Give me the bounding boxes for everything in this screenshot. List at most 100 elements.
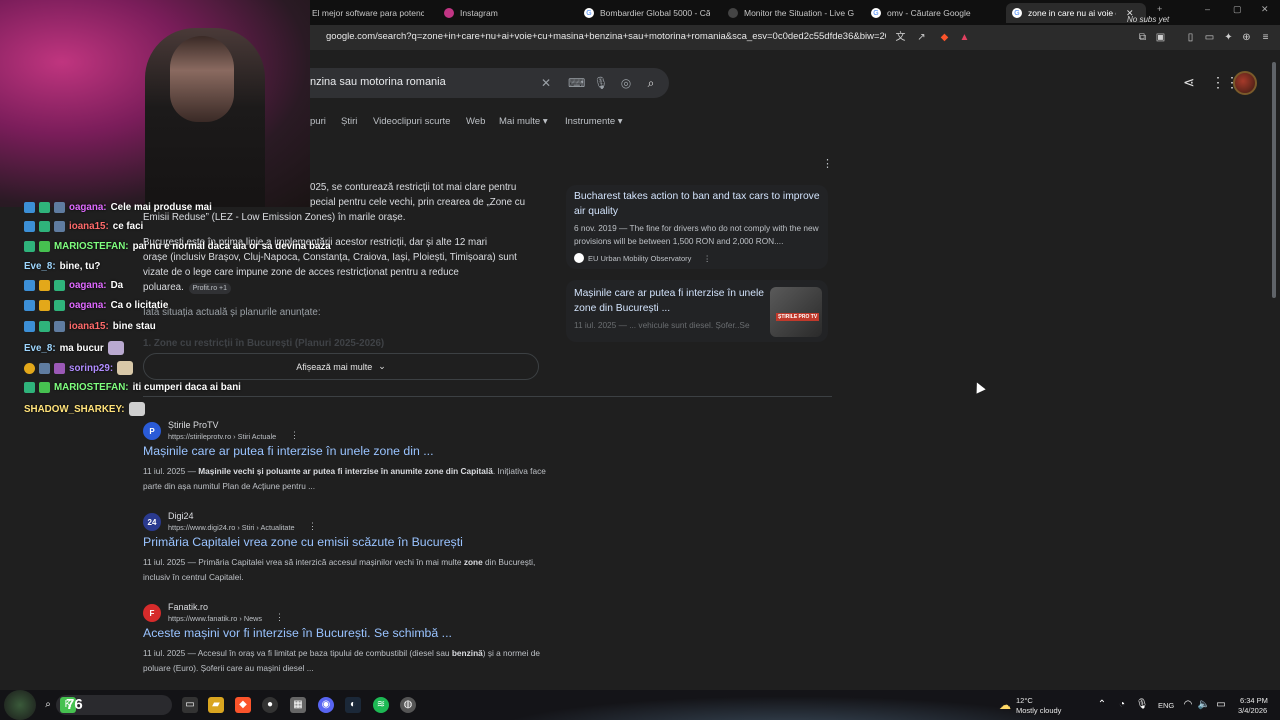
result-path[interactable]: https://www.fanatik.ro › News <box>168 614 262 623</box>
close-window-icon[interactable]: ✕ <box>1261 4 1269 15</box>
file-explorer-icon[interactable]: ▰ <box>208 697 224 713</box>
obs-icon[interactable]: ● <box>262 697 278 713</box>
badge-icon <box>39 202 50 213</box>
chat-user: oagana: <box>69 202 107 213</box>
more-options-icon[interactable]: ⋮ <box>308 521 317 532</box>
tab-software[interactable]: El mejor software para potenciar <box>312 3 424 23</box>
tab-omv[interactable]: G omv - Căutare Google <box>871 3 997 23</box>
microphone-icon[interactable]: 🎙 <box>1134 697 1150 713</box>
volume-icon[interactable]: 🔈 <box>1196 697 1212 713</box>
share-icon[interactable]: ⋖ <box>1183 74 1195 91</box>
side-card-title[interactable]: Mașinile care ar putea fi interzise în u… <box>574 286 769 316</box>
more-options-icon[interactable]: ⋮ <box>290 430 299 441</box>
url-field[interactable]: google.com/search?q=zone+in+care+nu+ai+v… <box>326 31 886 42</box>
badge-icon <box>39 382 50 393</box>
weather-desc[interactable]: Mostly cloudy <box>1016 706 1061 715</box>
more-options-icon[interactable]: ⋮ <box>275 612 284 623</box>
menu-icon[interactable]: ≡ <box>1259 31 1272 44</box>
lens-icon[interactable]: ◎ <box>618 75 634 91</box>
search-box[interactable]: nzina sau motorina romania ✕ ⌨ 🎙 ◎ ⌕ <box>300 68 669 98</box>
side-card-title[interactable]: Bucharest takes action to ban and tax ca… <box>574 189 820 219</box>
tab-web[interactable]: Web <box>466 116 485 127</box>
show-more-label: Afișează mai multe <box>296 361 373 372</box>
badge-icon <box>24 241 35 252</box>
maximize-icon[interactable]: ▢ <box>1233 4 1242 15</box>
new-tab-button[interactable]: + <box>1157 4 1162 14</box>
wallet-icon[interactable]: ▭ <box>1203 31 1216 44</box>
brave-icon[interactable]: ◆ <box>235 697 251 713</box>
minimize-icon[interactable]: – <box>1205 4 1210 14</box>
share-icon[interactable]: ↗ <box>915 31 928 44</box>
chat-message: MARIOSTEFAN: iti cumperi daca ai bani <box>24 382 241 393</box>
chat-text: Ca o licitatie <box>110 300 169 311</box>
tab-current[interactable]: G zone in care nu ai voie cu ma ✕ <box>1006 3 1146 23</box>
search-icon[interactable]: ⌕ <box>40 697 56 713</box>
result-site[interactable]: Știrile ProTV <box>168 420 219 430</box>
tab-videoclipuri[interactable]: Videoclipuri scurte <box>373 116 450 127</box>
source-chip[interactable]: Profit.ro +1 <box>188 283 232 294</box>
vpn-icon[interactable]: ⊕ <box>1240 31 1253 44</box>
badge-icon <box>54 280 65 291</box>
language-indicator[interactable]: ENG <box>1158 701 1174 710</box>
microphone-icon[interactable]: 🎙 <box>593 75 609 91</box>
tab-monitor[interactable]: Monitor the Situation - Live Glob <box>728 3 854 23</box>
more-options-icon[interactable]: ⋮ <box>703 254 711 263</box>
leo-icon[interactable]: ✦ <box>1222 31 1235 44</box>
side-card-thumbnail[interactable]: ȘTIRILE PRO TV <box>770 287 822 337</box>
overview-menu-icon[interactable]: ⋮ <box>822 157 833 170</box>
sidebar-icon[interactable]: ▯ <box>1184 31 1197 44</box>
protv-favicon: P <box>143 422 161 440</box>
tab-tools-label: Instrumente <box>565 116 616 127</box>
show-more-button[interactable]: Afișează mai multe ⌄ <box>143 353 539 380</box>
result-title[interactable]: Aceste mașini vor fi interzise în Bucure… <box>143 626 452 640</box>
chat-text: Da <box>110 280 124 291</box>
spotify-icon[interactable]: ≋ <box>373 697 389 713</box>
result-path[interactable]: https://stirileprotv.ro › Stiri Actuale <box>168 432 276 441</box>
screenshot-icon[interactable]: ▣ <box>1154 31 1167 44</box>
brave-shield-icon[interactable]: ◆ <box>938 31 951 44</box>
globe-icon <box>728 8 738 18</box>
chevron-up-icon[interactable]: ⌃ <box>1094 697 1110 713</box>
chat-text: pai nu e normal daca aia or sa devina ba… <box>132 241 331 252</box>
tab-more[interactable]: Mai multe ▾ <box>499 116 548 127</box>
chat-message: Eve_8: ma bucur <box>24 341 124 355</box>
rewards-icon[interactable]: ▲ <box>958 31 971 44</box>
weather-icon[interactable]: ☁ <box>997 697 1013 713</box>
clock-time[interactable]: 6:34 PM <box>1240 696 1268 705</box>
result-title[interactable]: Mașinile care ar putea fi interzise în u… <box>143 444 434 458</box>
task-view-icon[interactable]: ▭ <box>182 697 198 713</box>
result-title[interactable]: Primăria Capitalei vrea zone cu emisii s… <box>143 535 463 549</box>
side-card[interactable]: Bucharest takes action to ban and tax ca… <box>566 185 828 269</box>
chat-user: SHADOW_SHARKEY: <box>24 403 125 415</box>
steam-icon[interactable]: ◐ <box>345 697 361 713</box>
github-icon[interactable]: ◍ <box>400 697 416 713</box>
extension-icon[interactable]: ⧉ <box>1136 31 1149 44</box>
overview-situation: Iată situația actuală și planurile anunț… <box>143 307 321 318</box>
stream-counter: 76 <box>66 696 83 713</box>
tab-bombardier[interactable]: G Bombardier Global 5000 - Căutare <box>584 3 710 23</box>
clock-date[interactable]: 3/4/2026 <box>1238 706 1267 715</box>
result-site[interactable]: Digi24 <box>168 511 194 521</box>
battery-icon[interactable]: ▭ <box>1213 697 1229 713</box>
tab-tools[interactable]: Instrumente ▾ <box>565 116 623 127</box>
discord-icon[interactable]: ◉ <box>318 697 334 713</box>
overview-faded-heading: 1. Zone cu restricții în București (Plan… <box>143 338 385 349</box>
tab-stiri[interactable]: Știri <box>341 116 357 127</box>
wifi-icon[interactable]: ◠ <box>1180 697 1196 713</box>
translate-icon[interactable]: 文 <box>894 31 907 44</box>
scrollbar-thumb[interactable] <box>1272 62 1276 298</box>
result-path[interactable]: https://www.digi24.ro › Stiri › Actualit… <box>168 523 295 532</box>
account-avatar[interactable] <box>1233 71 1257 95</box>
tray-app-icon[interactable]: ◔ <box>1114 697 1130 713</box>
tab-instagram[interactable]: Instagram <box>444 3 564 23</box>
search-input[interactable]: nzina sau motorina romania <box>310 76 446 88</box>
badge-icon <box>24 382 35 393</box>
weather-temp[interactable]: 12°C <box>1016 696 1033 705</box>
tab-cumparaturi[interactable]: puri <box>310 116 326 127</box>
search-icon[interactable]: ⌕ <box>643 75 659 91</box>
result-site[interactable]: Fanatik.ro <box>168 602 208 612</box>
keyboard-icon[interactable]: ⌨ <box>568 75 585 91</box>
store-icon[interactable]: ▦ <box>290 697 306 713</box>
clear-icon[interactable]: ✕ <box>538 75 554 91</box>
badge-icon <box>54 221 65 232</box>
